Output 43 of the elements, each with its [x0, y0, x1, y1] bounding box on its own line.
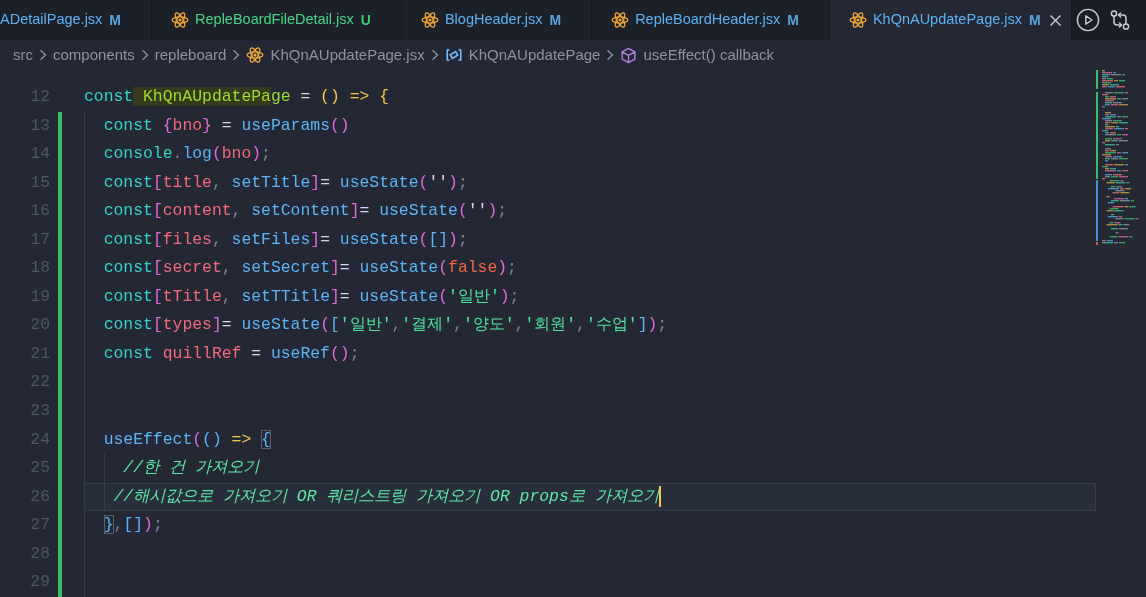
chevron-right-icon: [39, 49, 47, 61]
code-line: const[content, setContent]= useState('');: [103, 201, 508, 221]
chevron-right-icon: [140, 49, 149, 61]
code-line: const KhQnAUpdatePage = () => {: [84, 87, 389, 106]
breadcrumb-item[interactable]: useEffect() callback: [620, 43, 775, 67]
chevron-right-icon: [430, 49, 439, 61]
chevron-right-icon: [606, 49, 615, 61]
code-line: },[]);: [103, 515, 163, 535]
breadcrumb-item[interactable]: KhQnAUpdatePage: [444, 43, 601, 67]
code-line: const quillRef = useRef();: [103, 343, 360, 363]
code-line: //해시값으로 가져오기 OR 쿼리스트링 가져오기 OR props로 가져오기: [113, 486, 659, 506]
git-status-letter: M: [549, 10, 562, 30]
git-status-letter: M: [109, 10, 122, 30]
code-line: console.log(bno);: [103, 144, 271, 164]
git-status-letter: M: [1029, 10, 1041, 30]
chevron-right-icon: [232, 49, 241, 61]
git-status-letter: M: [787, 10, 799, 30]
code-line: const[secret, setSecret]= useState(false);: [103, 258, 517, 278]
code-line: const[tTitle, setTTitle]= useState('일반');: [103, 286, 520, 306]
react-atom-icon: [420, 11, 439, 29]
code-line: const[types]= useState(['일반','결제','양도','회원','수업']);: [103, 315, 668, 335]
variable-symbol-icon: [444, 46, 463, 64]
code-line: useEffect(() => {: [103, 429, 271, 449]
code-line: //한 건 가져오기: [123, 458, 259, 478]
react-atom-icon: [848, 11, 867, 29]
text-cursor-icon: [658, 485, 661, 507]
editor-tab[interactable]: ADetailPage.jsx M: [0, 0, 153, 40]
compare-changes-icon[interactable]: [1108, 9, 1131, 31]
react-atom-icon: [171, 11, 190, 29]
breadcrumb-item[interactable]: KhQnAUpdatePage.jsx: [246, 43, 425, 67]
react-atom-icon: [246, 46, 265, 64]
code-line: const[title, setTitle]= useState('');: [103, 172, 468, 192]
code-line: const {bno} = useParams(): [103, 115, 350, 135]
editor-tab[interactable]: KhQnAUpdatePage.jsx M: [829, 0, 1072, 40]
play-circle-icon[interactable]: [1075, 8, 1100, 32]
breadcrumb-item[interactable]: components: [53, 43, 135, 67]
git-status-letter: U: [360, 10, 371, 30]
breadcrumb-item[interactable]: src: [13, 43, 33, 67]
code-line: const[files, setFiles]= useState([]);: [103, 229, 468, 249]
cube-icon: [620, 46, 638, 64]
breadcrumb-item[interactable]: repleboard: [154, 43, 227, 67]
close-icon[interactable]: [1048, 13, 1062, 27]
react-atom-icon: [611, 11, 630, 29]
